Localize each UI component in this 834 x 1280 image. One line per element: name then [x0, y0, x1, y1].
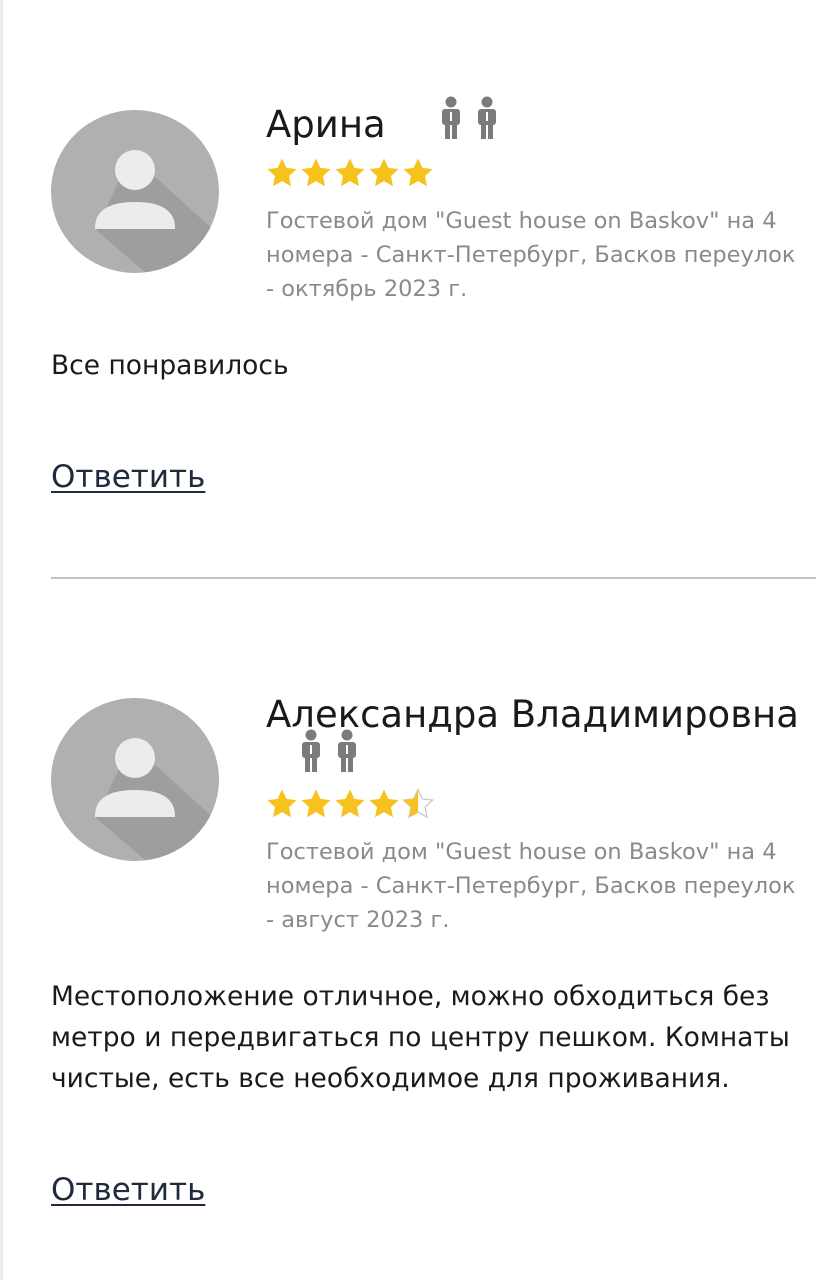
review-text: Все понравилось — [51, 350, 289, 381]
property-info: Гостевой дом "Guest house on Baskov" на … — [266, 839, 796, 933]
star-filled-icon — [300, 788, 332, 820]
reply-link[interactable]: Ответить — [51, 1172, 205, 1208]
person-icon — [332, 729, 362, 773]
review-divider — [51, 577, 816, 579]
star-filled-icon — [402, 157, 434, 189]
guests-icon-group — [296, 729, 362, 773]
reply-link[interactable]: Ответить — [51, 459, 205, 495]
property-info: Гостевой дом "Guest house on Baskov" на … — [266, 208, 796, 302]
reviewer-name: Александра Владимировна — [266, 693, 799, 736]
default-user-icon — [95, 738, 219, 861]
person-icon — [472, 96, 502, 140]
star-half-icon — [402, 788, 434, 820]
star-filled-icon — [368, 157, 400, 189]
default-user-icon — [95, 150, 219, 273]
reviewer-name: Арина — [266, 103, 386, 146]
star-filled-icon — [300, 157, 332, 189]
star-filled-icon — [334, 157, 366, 189]
avatar — [51, 110, 219, 273]
guests-icon-group — [436, 96, 502, 140]
star-filled-icon — [266, 788, 298, 820]
star-rating — [266, 788, 434, 820]
star-filled-icon — [368, 788, 400, 820]
star-rating — [266, 157, 434, 189]
avatar — [51, 698, 219, 861]
page-left-edge — [0, 0, 3, 1280]
star-filled-icon — [266, 157, 298, 189]
star-filled-icon — [334, 788, 366, 820]
person-icon — [436, 96, 466, 140]
person-icon — [296, 729, 326, 773]
review-text: Местоположение отличное, можно обходитьс… — [51, 981, 790, 1094]
